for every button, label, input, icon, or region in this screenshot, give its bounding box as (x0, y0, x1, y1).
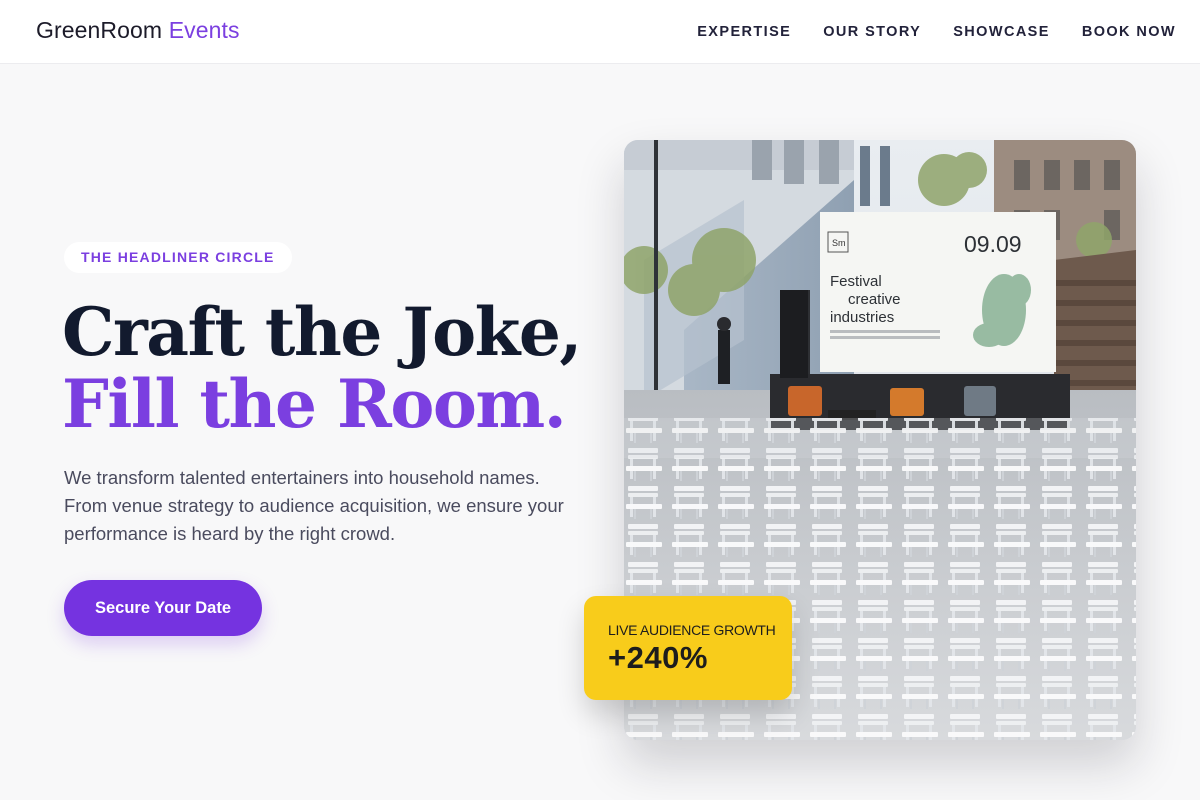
screen-date: 09.09 (964, 231, 1022, 257)
stat-label: LIVE AUDIENCE GROWTH (608, 622, 776, 638)
nav-link-our-story[interactable]: OUR STORY (823, 24, 921, 40)
headline-line-1: Craft the Joke, (62, 293, 582, 371)
eyebrow-badge: THE HEADLINER CIRCLE (64, 242, 292, 273)
screen-title-line-3: industries (830, 309, 894, 326)
brand-accent-word: Events (168, 17, 240, 43)
main-nav: EXPERTISE OUR STORY SHOWCASE BOOK NOW (697, 0, 1176, 64)
screen-title-line-1: Festival (830, 273, 882, 290)
nav-link-showcase[interactable]: SHOWCASE (953, 24, 1050, 40)
brand-logo[interactable]: GreenRoom Events (36, 17, 240, 44)
hero-headline: Craft the Joke, Fill the Room. (62, 296, 602, 440)
hero-description: We transform talented entertainers into … (64, 467, 564, 544)
site-header: GreenRoom Events EXPERTISE OUR STORY SHO… (0, 0, 1200, 64)
headline-line-2: Fill the Room. (62, 365, 567, 443)
secure-date-button[interactable]: Secure Your Date (64, 580, 262, 636)
nav-link-book-now[interactable]: BOOK NOW (1082, 24, 1176, 40)
nav-link-expertise[interactable]: EXPERTISE (697, 24, 791, 40)
screen-title-line-2: creative (848, 291, 901, 308)
stat-value: +240% (608, 640, 708, 675)
audience-growth-card: LIVE AUDIENCE GROWTH +240% (584, 596, 792, 700)
screen-badge: Sm (832, 238, 846, 248)
brand-name: GreenRoom (36, 17, 163, 43)
